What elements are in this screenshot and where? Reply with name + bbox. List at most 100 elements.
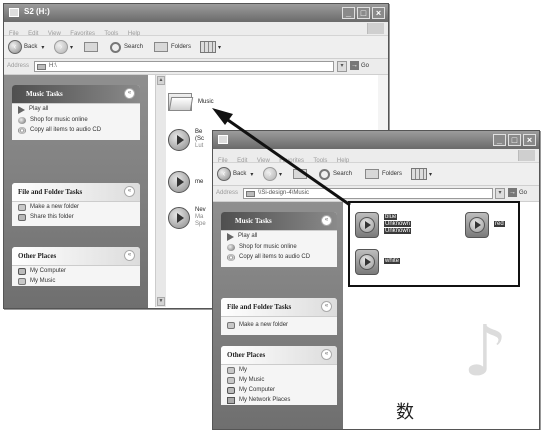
views-button[interactable]: ▾ [411,166,432,182]
shop-music-link[interactable]: Shop for music online [12,115,140,125]
play-icon [18,106,25,114]
my-music-link[interactable]: My Music [12,276,140,286]
collapse-icon[interactable]: « [321,349,332,360]
my-network-places-link[interactable]: My Network Places [221,395,337,405]
search-button[interactable]: Search [110,39,143,55]
play-all-link[interactable]: Play all [12,104,140,115]
task-pane: Music Tasks « Play all Shop for music on… [213,202,343,429]
media-file-icon [168,129,190,151]
minimize-button[interactable]: _ [493,134,506,146]
collapse-icon[interactable]: « [124,88,135,99]
media-file-item[interactable]: Nev Ma Spe [168,207,206,229]
share-folder-link[interactable]: Share this folder [12,212,140,226]
my-documents-link[interactable]: My [221,365,337,375]
address-label: Address [7,63,30,69]
my-music-link[interactable]: My Music [221,375,337,385]
copy-to-cd-link[interactable]: Copy all items to audio CD [221,252,337,267]
music-tasks-header[interactable]: Music Tasks « [12,85,140,104]
window-title: S2 (H:) [24,7,50,16]
views-button[interactable]: ▾ [200,39,221,55]
highlight-frame [348,201,520,287]
maximize-button[interactable]: □ [508,134,521,146]
make-folder-link[interactable]: Make a new folder [12,202,140,212]
folders-icon [365,169,379,179]
close-button[interactable]: × [372,7,385,19]
forward-arrow-icon: › [263,167,277,181]
my-computer-link[interactable]: My Computer [12,266,140,276]
play-all-link[interactable]: Play all [221,231,337,242]
menu-bar: File Edit View Favorites Tools Help [4,22,388,37]
share-icon [18,214,26,221]
folder-icon [168,91,194,111]
network-folder-icon [246,191,255,197]
vertical-scrollbar[interactable]: ▲ ▼ [155,75,166,307]
back-button[interactable]: ‹ Back ▾ [8,39,44,55]
address-label: Address [216,190,239,196]
minimize-button[interactable]: _ [342,7,355,19]
media-file-item[interactable]: Be (Sc Lut [168,129,204,151]
back-button[interactable]: ‹ Back ▾ [217,166,253,182]
back-arrow-icon: ‹ [217,167,231,181]
file-folder-tasks-panel: File and Folder Tasks « Make a new folde… [12,183,140,226]
other-places-header[interactable]: Other Places « [221,346,337,365]
address-dropdown[interactable]: ▾ [495,188,505,199]
go-button[interactable]: → Go [508,188,527,197]
music-tasks-header[interactable]: Music Tasks « [221,212,337,231]
go-arrow-icon: → [350,61,359,70]
address-input[interactable]: \\Si-design-4\Music [243,188,493,199]
cd-icon [227,254,235,261]
file-folder-tasks-header[interactable]: File and Folder Tasks « [221,298,337,317]
collapse-icon[interactable]: « [124,250,135,261]
up-folder-icon [84,42,98,52]
title-bar[interactable]: _ □ × [213,131,539,149]
other-places-header[interactable]: Other Places « [12,247,140,266]
forward-button[interactable]: › ▾ [263,166,282,182]
search-icon [110,41,121,53]
search-icon [319,168,330,180]
cd-icon [18,127,26,134]
music-folder-item[interactable]: Music [168,91,214,111]
views-icon [200,41,216,53]
up-folder-button[interactable] [293,166,310,182]
up-folder-button[interactable] [84,39,101,55]
globe-icon [227,244,235,251]
windows-flag-icon [518,150,535,161]
folders-button[interactable]: Folders [154,39,191,55]
copy-to-cd-link[interactable]: Copy all items to audio CD [12,125,140,140]
other-places-panel: Other Places « My Computer My Music [12,247,140,286]
forward-button[interactable]: › ▾ [54,39,73,55]
window-icon [218,135,228,144]
music-note-icon: ♪ [463,310,508,392]
folders-button[interactable]: Folders [365,166,402,182]
media-file-item[interactable]: me [168,171,203,193]
my-computer-link[interactable]: My Computer [221,385,337,395]
new-folder-icon [18,204,26,211]
views-icon [411,168,427,180]
collapse-icon[interactable]: « [321,215,332,226]
file-folder-tasks-panel: File and Folder Tasks « Make a new folde… [221,298,337,335]
music-folder-icon [227,377,235,384]
scroll-up-icon[interactable]: ▲ [157,76,165,85]
music-tasks-panel: Music Tasks « Play all Shop for music on… [12,85,140,140]
file-folder-tasks-header[interactable]: File and Folder Tasks « [12,183,140,202]
collapse-icon[interactable]: « [321,301,332,312]
search-button[interactable]: Search [319,166,352,182]
play-icon [227,233,234,241]
caption-glyph: 数 [396,402,414,423]
forward-arrow-icon: › [54,40,68,54]
maximize-button[interactable]: □ [357,7,370,19]
make-folder-link[interactable]: Make a new folder [221,317,337,335]
collapse-icon[interactable]: « [124,186,135,197]
address-dropdown[interactable]: ▾ [337,61,347,72]
close-button[interactable]: × [523,134,536,146]
toolbar: ‹ Back ▾ › ▾ Search Folders ▾ [4,36,388,59]
title-bar[interactable]: S2 (H:) _ □ × [4,4,388,22]
window-icon [9,8,19,17]
shop-music-link[interactable]: Shop for music online [221,242,337,252]
media-file-icon [168,171,190,193]
scroll-down-icon[interactable]: ▼ [157,297,165,306]
computer-icon [227,387,235,394]
address-input[interactable]: H:\ [34,61,334,72]
network-icon [227,397,235,404]
go-button[interactable]: → Go [350,61,369,70]
